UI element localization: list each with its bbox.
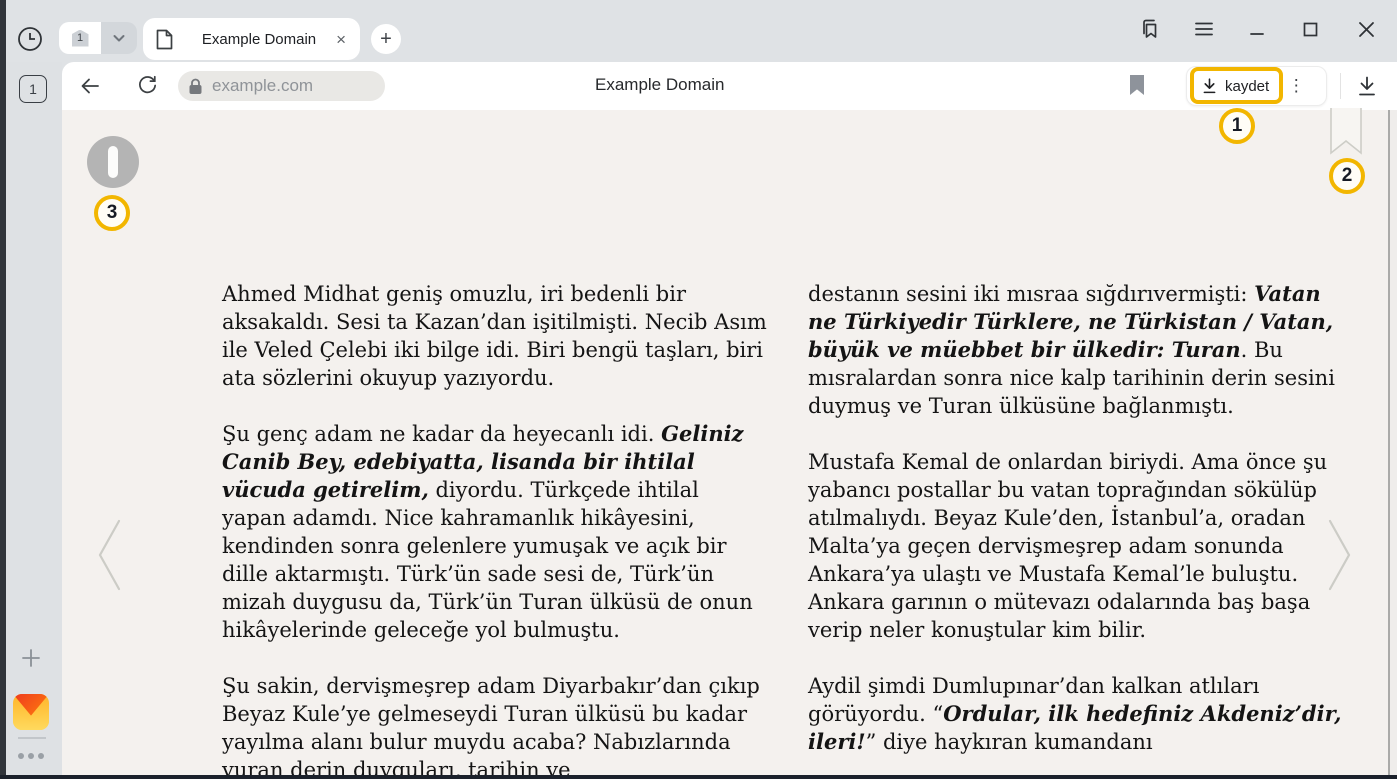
tab-list-dropdown-button[interactable] (101, 22, 137, 54)
close-window-button[interactable] (1353, 16, 1379, 42)
window-right-edge (1390, 110, 1397, 775)
dot-icon (28, 753, 34, 759)
reader-play-button[interactable] (87, 136, 139, 188)
sidebar-tab-count: 1 (29, 81, 37, 97)
reader-left-column: Ahmed Midhat geniş omuzlu, iri bedenli b… (222, 280, 768, 779)
sidebar-more-button[interactable] (18, 752, 46, 760)
browser-tab[interactable]: Example Domain × (143, 18, 360, 60)
reader-right-column: destanın sesini iki mısraa sığdırıvermiş… (808, 280, 1354, 779)
close-icon (1358, 21, 1375, 38)
reader-paragraph: destanın sesini iki mısraa sığdırıvermiş… (808, 280, 1354, 420)
tab-counter-button[interactable]: 1 (59, 22, 101, 54)
reader-paragraph: Şu sakin, dervişmeşrep adam Diyarbakır’d… (222, 672, 768, 779)
tab-counter-badge: 1 (72, 30, 89, 47)
double-bookmark-icon (1138, 17, 1162, 41)
hamburger-menu-icon (1194, 21, 1214, 37)
minimize-icon (1249, 21, 1265, 37)
tab-counter-value: 1 (77, 32, 83, 44)
annotation-marker-3: 3 (94, 195, 130, 231)
reload-button[interactable] (136, 74, 160, 98)
maximize-icon (1303, 22, 1318, 37)
annotation-label: 1 (1232, 115, 1243, 137)
save-options-button[interactable]: ⋮ (1279, 67, 1313, 105)
page-prev-button[interactable] (95, 518, 125, 592)
reader-paragraph: Mustafa Kemal de onlardan biriydi. Ama ö… (808, 448, 1354, 644)
browser-menu-button[interactable] (1191, 16, 1217, 42)
ribbon-bookmark-icon[interactable] (1329, 108, 1363, 156)
body-text: Mustafa Kemal de onlardan biriydi. Ama ö… (808, 450, 1327, 642)
body-text: ” diye haykıran kumandanı (866, 730, 1153, 754)
tab-title: Example Domain (184, 31, 334, 48)
back-button[interactable] (78, 74, 102, 98)
collections-panel-button[interactable] (1137, 16, 1163, 42)
address-bar[interactable]: example.com (178, 71, 385, 101)
dot-icon (18, 753, 24, 759)
body-text: destanın sesini iki mısraa sığdırıvermiş… (808, 282, 1254, 306)
page-favicon-icon (155, 29, 174, 50)
back-arrow-icon (78, 74, 102, 98)
dot-icon (38, 753, 44, 759)
reader-paragraph: Ahmed Midhat geniş omuzlu, iri bedenli b… (222, 280, 768, 392)
annotation-marker-2: 2 (1329, 158, 1365, 194)
downloads-button[interactable] (1355, 74, 1381, 100)
minimize-window-button[interactable] (1244, 16, 1270, 42)
body-text: Şu sakin, dervişmeşrep adam Diyarbakır’d… (222, 674, 760, 779)
window-right-border (1388, 110, 1390, 775)
new-tab-button[interactable]: + (371, 24, 401, 54)
annotation-marker-1: 1 (1219, 108, 1255, 144)
lock-icon[interactable] (188, 78, 203, 95)
mail-app-icon[interactable] (13, 694, 49, 730)
chevron-left-icon (95, 518, 125, 592)
chevron-down-icon (111, 30, 127, 46)
maximize-window-button[interactable] (1297, 16, 1323, 42)
reader-paragraph: Şu genç adam ne kadar da heyecanlı idi. … (222, 420, 768, 644)
bookmark-flag-icon[interactable] (1128, 74, 1148, 98)
page-title: Example Domain (595, 75, 724, 95)
annotation-label: 3 (107, 202, 118, 224)
reader-paragraph: Aydil şimdi Dumlupınar’dan kalkan atlıla… (808, 672, 1354, 756)
annotation-label: 2 (1342, 165, 1353, 187)
window-bottom-edge (0, 775, 1397, 779)
body-text: Ahmed Midhat geniş omuzlu, iri bedenli b… (222, 282, 767, 390)
history-button[interactable] (16, 25, 44, 53)
sidebar-tab-count-button[interactable]: 1 (19, 75, 47, 103)
toolbar-separator (1340, 73, 1341, 99)
body-text: Şu genç adam ne kadar da heyecanlı idi. (222, 422, 661, 446)
reader-columns: Ahmed Midhat geniş omuzlu, iri bedenli b… (222, 280, 1354, 779)
clock-icon (16, 25, 44, 53)
sidebar-divider (18, 737, 46, 739)
play-bar-icon (108, 146, 118, 178)
close-tab-button[interactable]: × (334, 31, 348, 48)
tab-list-control[interactable]: 1 (59, 22, 137, 54)
url-text: example.com (212, 76, 313, 96)
browser-window: 1 Example Domain × + (0, 0, 1397, 779)
reload-icon (136, 74, 160, 97)
reader-content-area: Ahmed Midhat geniş omuzlu, iri bedenli b… (62, 110, 1397, 775)
annotation-highlight-save-button (1190, 67, 1283, 104)
body-text: diyordu. Türkçede ihtilal yapan adamdı. … (222, 478, 753, 642)
download-icon (1355, 74, 1381, 99)
plus-icon (20, 647, 42, 669)
sidebar-add-button[interactable] (20, 647, 42, 669)
